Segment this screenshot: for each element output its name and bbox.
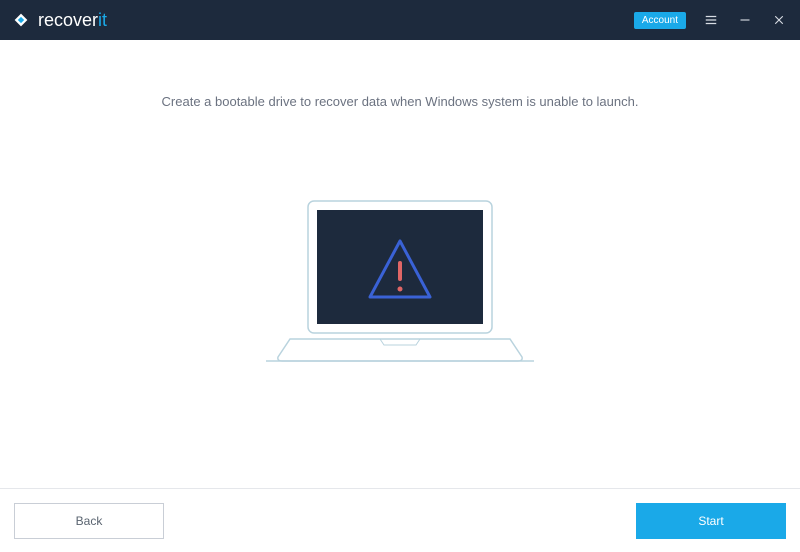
diamond-icon xyxy=(12,11,30,29)
minimize-icon[interactable] xyxy=(736,11,754,29)
headline-text: Create a bootable drive to recover data … xyxy=(162,94,639,109)
footer-bar: Back Start xyxy=(0,488,800,552)
laptop-illustration xyxy=(260,199,540,379)
close-icon[interactable] xyxy=(770,11,788,29)
laptop-svg xyxy=(260,199,540,374)
titlebar: recoverit Account xyxy=(0,0,800,40)
brand-prefix: recover xyxy=(38,10,98,30)
start-button[interactable]: Start xyxy=(636,503,786,539)
app-title: recoverit xyxy=(38,10,107,31)
menu-icon[interactable] xyxy=(702,11,720,29)
back-button[interactable]: Back xyxy=(14,503,164,539)
account-button[interactable]: Account xyxy=(634,12,686,29)
brand-suffix: it xyxy=(98,10,107,30)
app-logo: recoverit xyxy=(12,10,107,31)
titlebar-controls: Account xyxy=(634,11,788,29)
main-content: Create a bootable drive to recover data … xyxy=(0,40,800,488)
